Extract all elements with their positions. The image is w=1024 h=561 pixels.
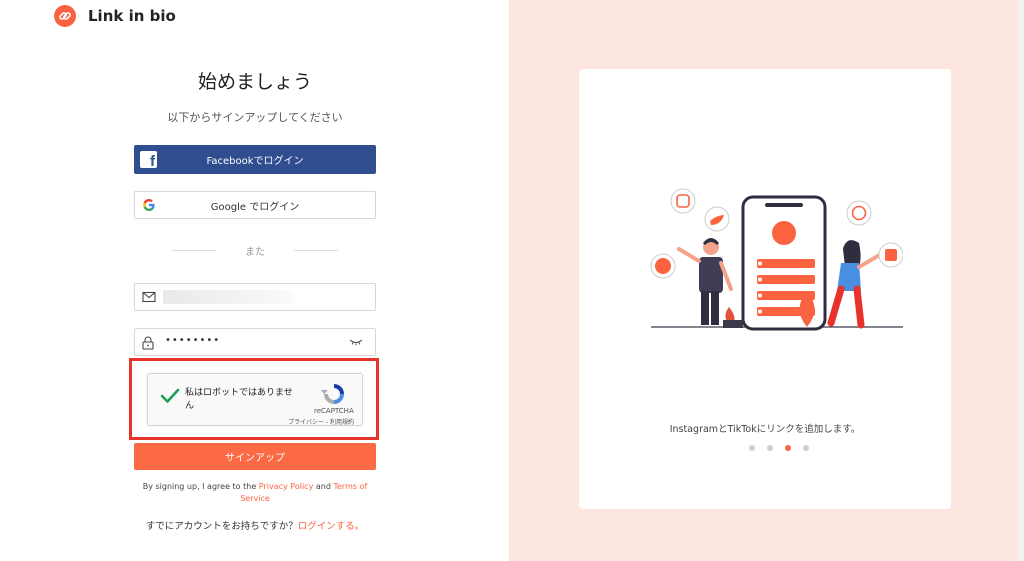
page-title: 始めましょう <box>197 71 312 93</box>
mail-icon <box>142 291 156 303</box>
google-login-label: Google でログイン <box>210 201 300 213</box>
login-prompt-text: すでにアカウントをお持ちですか？ <box>145 521 298 532</box>
or-divider: また <box>172 243 338 258</box>
carousel-dots <box>749 445 821 451</box>
recaptcha-privacy-link[interactable]: プライバシー <box>288 419 324 426</box>
facebook-icon: f <box>140 151 157 170</box>
privacy-policy-link[interactable]: Privacy Policy <box>259 482 314 491</box>
password-field[interactable]: •••••••• <box>134 328 376 356</box>
social-links-illustration <box>650 188 903 331</box>
legal-prefix: By signing up, I agree to the <box>142 482 259 491</box>
facebook-login-label: Facebookでログイン <box>206 156 304 167</box>
carousel-dot[interactable] <box>749 445 755 451</box>
brand-name: Link in bio <box>88 7 176 25</box>
carousel-dot-active[interactable] <box>785 445 791 451</box>
signup-button[interactable]: サインアップ <box>134 443 376 470</box>
google-icon <box>143 198 155 211</box>
brand-logo[interactable]: Link in bio <box>54 5 176 27</box>
promo-caption: InstagramとTikTokにリンクを追加します。 <box>669 424 861 435</box>
signup-panel: Link in bio 始めましょう 以下からサインアップしてください f Fa… <box>0 0 509 561</box>
recaptcha-widget[interactable]: 私はロボットではありません reCAPTCHA プライバシー - 利用規約 <box>147 373 363 426</box>
email-value-redacted <box>163 290 293 304</box>
checkmark-icon[interactable] <box>160 388 180 404</box>
legal-and: and <box>313 482 334 491</box>
divider-line <box>172 250 216 251</box>
recaptcha-terms-link[interactable]: 利用規約 <box>330 419 354 426</box>
scrollbar[interactable] <box>1018 0 1024 561</box>
password-value: •••••••• <box>165 335 221 346</box>
carousel-dot[interactable] <box>803 445 809 451</box>
login-link[interactable]: ログインする。 <box>298 521 365 532</box>
link-icon <box>54 5 76 27</box>
email-field[interactable] <box>134 283 376 311</box>
signup-button-label: サインアップ <box>225 453 285 464</box>
recaptcha-label: 私はロボットではありません <box>185 388 293 411</box>
google-login-button[interactable]: Google でログイン <box>134 191 376 219</box>
page-subtitle: 以下からサインアップしてください <box>167 111 343 124</box>
login-prompt: すでにアカウントをお持ちですか？ログインする。 <box>134 518 376 532</box>
legal-text: By signing up, I agree to the Privacy Po… <box>140 481 370 505</box>
recaptcha-logo-icon <box>321 384 344 404</box>
facebook-login-button[interactable]: f Facebookでログイン <box>134 145 376 174</box>
eye-closed-icon[interactable] <box>349 338 363 346</box>
carousel-dot[interactable] <box>767 445 773 451</box>
lock-icon <box>142 336 154 350</box>
recaptcha-brand: reCAPTCHA <box>314 407 354 415</box>
divider-line <box>294 250 338 251</box>
recaptcha-links: プライバシー - 利用規約 <box>288 417 354 426</box>
promo-card: InstagramとTikTokにリンクを追加します。 <box>579 69 951 509</box>
divider-label: また <box>245 247 265 258</box>
